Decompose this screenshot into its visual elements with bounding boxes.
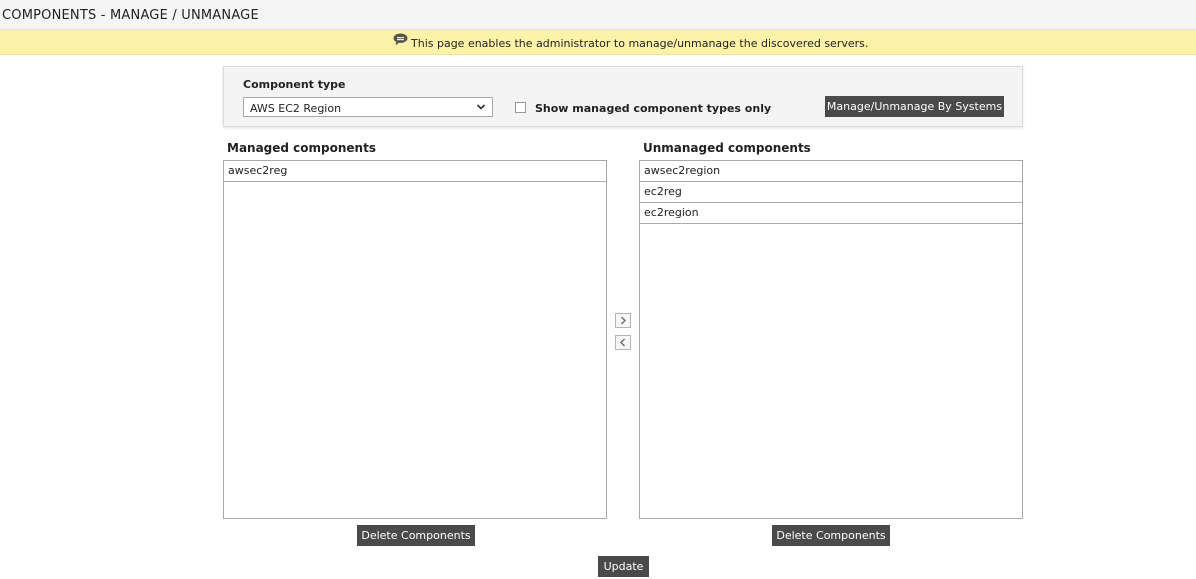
- component-type-select[interactable]: AWS EC2 Region: [243, 97, 493, 117]
- unmanaged-components-list[interactable]: awsec2region ec2reg ec2region: [639, 160, 1023, 519]
- show-managed-only-checkbox[interactable]: [515, 102, 526, 113]
- list-item[interactable]: awsec2reg: [224, 161, 606, 182]
- unmanaged-components-title: Unmanaged components: [643, 141, 811, 155]
- chevron-down-icon: [476, 104, 486, 110]
- delete-managed-components-button[interactable]: Delete Components: [357, 525, 475, 546]
- component-type-label: Component type: [243, 78, 346, 91]
- component-type-selected-value: AWS EC2 Region: [250, 102, 342, 115]
- info-message: This page enables the administrator to m…: [411, 37, 869, 50]
- move-to-managed-button[interactable]: [615, 335, 631, 350]
- managed-components-list[interactable]: awsec2reg: [223, 160, 607, 519]
- update-button[interactable]: Update: [598, 556, 649, 577]
- list-item[interactable]: awsec2region: [640, 161, 1022, 182]
- delete-unmanaged-components-button[interactable]: Delete Components: [772, 525, 890, 546]
- info-banner: This page enables the administrator to m…: [0, 30, 1196, 55]
- move-to-unmanaged-button[interactable]: [615, 313, 631, 328]
- page-title: COMPONENTS - MANAGE / UNMANAGE: [2, 8, 259, 23]
- list-item[interactable]: ec2region: [640, 203, 1022, 224]
- managed-components-title: Managed components: [227, 141, 376, 155]
- manage-unmanage-by-systems-button[interactable]: Manage/Unmanage By Systems: [825, 96, 1004, 117]
- component-type-panel: Component type AWS EC2 Region Show manag…: [223, 66, 1023, 127]
- chevron-right-icon: [621, 316, 626, 325]
- show-managed-only-label[interactable]: Show managed component types only: [535, 102, 771, 115]
- speech-bubble-icon: [393, 33, 408, 46]
- chevron-left-icon: [620, 338, 625, 347]
- page-header: COMPONENTS - MANAGE / UNMANAGE: [0, 0, 1196, 30]
- list-item[interactable]: ec2reg: [640, 182, 1022, 203]
